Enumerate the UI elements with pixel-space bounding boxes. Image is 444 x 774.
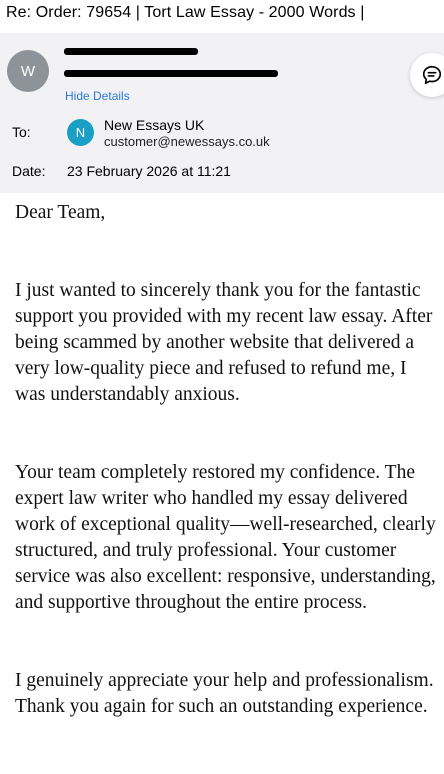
email-subject: Re: Order: 79654 | Tort Law Essay - 2000… bbox=[6, 4, 365, 21]
paragraph-3: I genuinely appreciate your help and pro… bbox=[15, 670, 434, 717]
to-label: To: bbox=[12, 124, 31, 140]
recipient-avatar: N bbox=[67, 119, 94, 146]
paragraph-2: Your team completely restored my confide… bbox=[15, 462, 436, 613]
email-body: Dear Team, I just wanted to sincerely th… bbox=[15, 200, 441, 720]
recipient-email[interactable]: customer@newessays.co.uk bbox=[104, 134, 270, 149]
recipient-name[interactable]: New Essays UK bbox=[104, 117, 204, 133]
hide-details-link[interactable]: Hide Details bbox=[65, 89, 130, 103]
redacted-sender-name bbox=[64, 48, 198, 55]
paragraph-1: I just wanted to sincerely thank you for… bbox=[15, 280, 433, 405]
date-value: 23 February 2026 at 11:21 bbox=[67, 163, 231, 179]
chat-bubble-icon bbox=[422, 65, 442, 85]
sender-avatar: W bbox=[7, 50, 49, 92]
redacted-sender-email bbox=[64, 70, 278, 77]
date-label: Date: bbox=[12, 163, 46, 179]
greeting: Dear Team, bbox=[15, 202, 106, 223]
